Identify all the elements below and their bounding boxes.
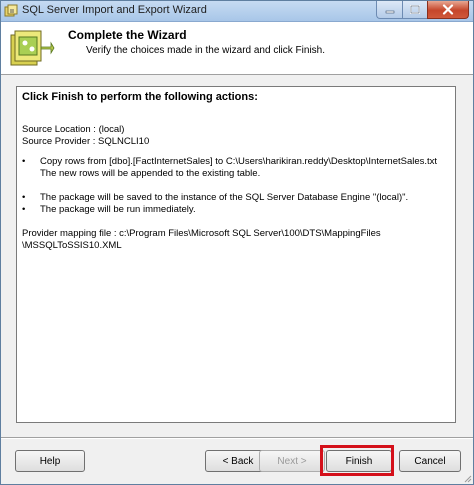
finish-button[interactable]: Finish	[326, 450, 392, 472]
source-provider-text: Source Provider : SQLNCLI10	[22, 136, 150, 147]
bullet-marker: •	[22, 204, 26, 215]
page-subtitle: Verify the choices made in the wizard an…	[86, 45, 325, 56]
list-item: • Copy rows from [dbo].[FactInternetSale…	[22, 156, 450, 168]
close-icon	[442, 4, 454, 15]
window-title: SQL Server Import and Export Wizard	[22, 4, 207, 16]
close-button[interactable]	[427, 1, 469, 19]
bullet-marker: •	[22, 156, 26, 167]
actions-heading: Click Finish to perform the following ac…	[22, 91, 258, 103]
mapping-file-text: Provider mapping file : c:\Program Files…	[22, 228, 381, 239]
mapping-file-name-text: \MSSQLToSSIS10.XML	[22, 240, 122, 251]
append-note-text: The new rows will be appended to the exi…	[40, 168, 261, 179]
wizard-window: SQL Server Import and Export Wizard Comp…	[0, 0, 474, 485]
resize-grip-icon[interactable]	[462, 473, 472, 483]
package-run-text: The package will be run immediately.	[40, 204, 196, 215]
maximize-icon	[410, 5, 420, 14]
minimize-button[interactable]	[376, 1, 402, 19]
list-item: • The package will be saved to the insta…	[22, 192, 450, 204]
wizard-graphic-icon	[10, 30, 55, 66]
summary-panel[interactable]: Click Finish to perform the following ac…	[16, 86, 456, 423]
minimize-icon	[385, 10, 394, 13]
divider	[1, 437, 473, 439]
bullet-marker: •	[22, 192, 26, 203]
wizard-app-icon	[4, 4, 18, 17]
copy-rows-text: Copy rows from [dbo].[FactInternetSales]…	[40, 156, 438, 167]
maximize-button[interactable]	[402, 1, 427, 19]
caption-buttons	[376, 1, 469, 20]
list-item: • The package will be run immediately.	[22, 204, 450, 216]
help-button[interactable]: Help	[15, 450, 85, 472]
page-title: Complete the Wizard	[68, 28, 187, 42]
wizard-header: Complete the Wizard Verify the choices m…	[1, 22, 473, 75]
source-location-text: Source Location : (local)	[22, 124, 125, 135]
next-button[interactable]: Next >	[259, 450, 325, 472]
title-bar[interactable]: SQL Server Import and Export Wizard	[1, 1, 473, 22]
package-save-text: The package will be saved to the instanc…	[40, 192, 409, 203]
cancel-button[interactable]: Cancel	[399, 450, 461, 472]
